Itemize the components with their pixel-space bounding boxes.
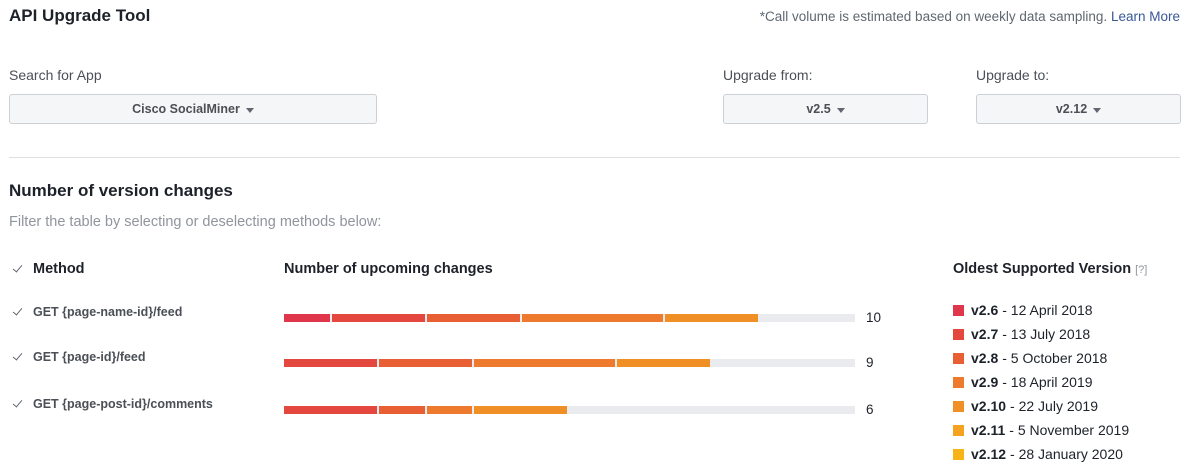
method-column-header: Method (33, 261, 85, 277)
bar-segment-v2-6 (284, 314, 330, 322)
bar-segment-v2-8 (379, 359, 473, 367)
legend-version: v2.6 (971, 302, 999, 318)
legend-date: - 13 July 2018 (1002, 326, 1091, 342)
change-count: 6 (866, 402, 874, 417)
legend-item: v2.12- 28 January 2020 (953, 446, 1123, 462)
method-name: GET {page-id}/feed (33, 350, 146, 364)
search-app-label: Search for App (9, 67, 102, 83)
upgrade-to-value: v2.12 (1055, 102, 1088, 116)
legend-date: - 12 April 2018 (1002, 302, 1093, 318)
legend-swatch (953, 448, 964, 460)
legend-date: - 5 October 2018 (1002, 350, 1108, 366)
legend-date: - 18 April 2019 (1002, 374, 1093, 390)
checkbox-checked-icon (12, 351, 25, 364)
method-row[interactable]: GET {page-name-id}/feed (12, 305, 182, 319)
bar-segment-v2-7 (331, 314, 425, 322)
legend-version: v2.9 (971, 374, 999, 390)
divider (9, 157, 1180, 158)
method-row[interactable]: GET {page-id}/feed (12, 350, 146, 364)
caret-down-icon (245, 107, 254, 113)
legend-swatch (953, 352, 964, 364)
legend-date: - 5 November 2019 (1009, 422, 1130, 438)
sampling-note-text: *Call volume is estimated based on weekl… (759, 9, 1108, 24)
caret-down-icon (836, 107, 845, 113)
legend-item: v2.11- 5 November 2019 (953, 422, 1129, 438)
checkbox-checked-icon (12, 306, 25, 319)
section-subtitle: Filter the table by selecting or deselec… (9, 214, 382, 230)
bar-segment-v2-9 (474, 359, 616, 367)
legend-swatch (953, 400, 964, 412)
change-count: 9 (866, 355, 874, 370)
legend-swatch (953, 304, 964, 316)
legend-version: v2.11 (971, 422, 1006, 438)
legend-item: v2.8- 5 October 2018 (953, 350, 1107, 366)
page-title: API Upgrade Tool (9, 6, 151, 25)
change-count: 10 (866, 310, 882, 325)
section-title: Number of version changes (9, 181, 233, 200)
legend-item: v2.9- 18 April 2019 (953, 374, 1093, 390)
caret-down-icon (1093, 107, 1102, 113)
legend-item: v2.6- 12 April 2018 (953, 302, 1093, 318)
changes-bar (284, 314, 855, 322)
method-row[interactable]: GET {page-post-id}/comments (12, 397, 213, 411)
sampling-note: *Call volume is estimated based on weekl… (760, 9, 1180, 24)
legend-version: v2.12 (971, 446, 1007, 462)
bar-segment-v2-10 (474, 406, 568, 414)
bar-segment-v2-10 (664, 314, 758, 322)
search-app-dropdown[interactable]: Cisco SocialMiner (9, 94, 377, 124)
legend-version: v2.8 (971, 350, 999, 366)
legend-date: - 28 January 2020 (1010, 446, 1123, 462)
select-all-methods[interactable]: Method (12, 261, 85, 277)
upgrade-to-label: Upgrade to: (976, 67, 1050, 83)
bar-segment-v2-9 (521, 314, 663, 322)
learn-more-link[interactable]: Learn More (1111, 9, 1180, 24)
oldest-version-header-text: Oldest Supported Version (953, 261, 1132, 277)
legend-item: v2.7- 13 July 2018 (953, 326, 1090, 342)
bar-segment-v2-7 (284, 359, 378, 367)
changes-column-header: Number of upcoming changes (284, 261, 493, 277)
legend-version: v2.10 (971, 398, 1007, 414)
legend-swatch (953, 328, 964, 340)
method-name: GET {page-post-id}/comments (33, 397, 213, 411)
upgrade-to-dropdown[interactable]: v2.12 (976, 94, 1181, 124)
checkbox-checked-icon (12, 398, 25, 411)
legend-version: v2.7 (971, 326, 999, 342)
upgrade-from-value: v2.5 (806, 102, 831, 116)
search-app-value: Cisco SocialMiner (132, 102, 240, 116)
method-name: GET {page-name-id}/feed (33, 305, 183, 319)
upgrade-from-label: Upgrade from: (723, 67, 813, 83)
checkbox-checked-icon (12, 263, 25, 276)
bar-segment-v2-8 (426, 314, 520, 322)
legend-swatch (953, 424, 964, 436)
legend-item: v2.10- 22 July 2019 (953, 398, 1098, 414)
help-link[interactable]: [?] (1135, 264, 1147, 276)
oldest-version-header: Oldest Supported Version [?] (953, 261, 1147, 277)
bar-segment-v2-9 (426, 406, 473, 414)
changes-bar (284, 359, 855, 367)
bar-segment-v2-8 (379, 406, 425, 414)
bar-segment-v2-7 (284, 406, 378, 414)
changes-bar (284, 406, 855, 414)
upgrade-from-dropdown[interactable]: v2.5 (723, 94, 928, 124)
legend-swatch (953, 376, 964, 388)
legend-date: - 22 July 2019 (1010, 398, 1098, 414)
bar-segment-v2-10 (617, 359, 711, 367)
